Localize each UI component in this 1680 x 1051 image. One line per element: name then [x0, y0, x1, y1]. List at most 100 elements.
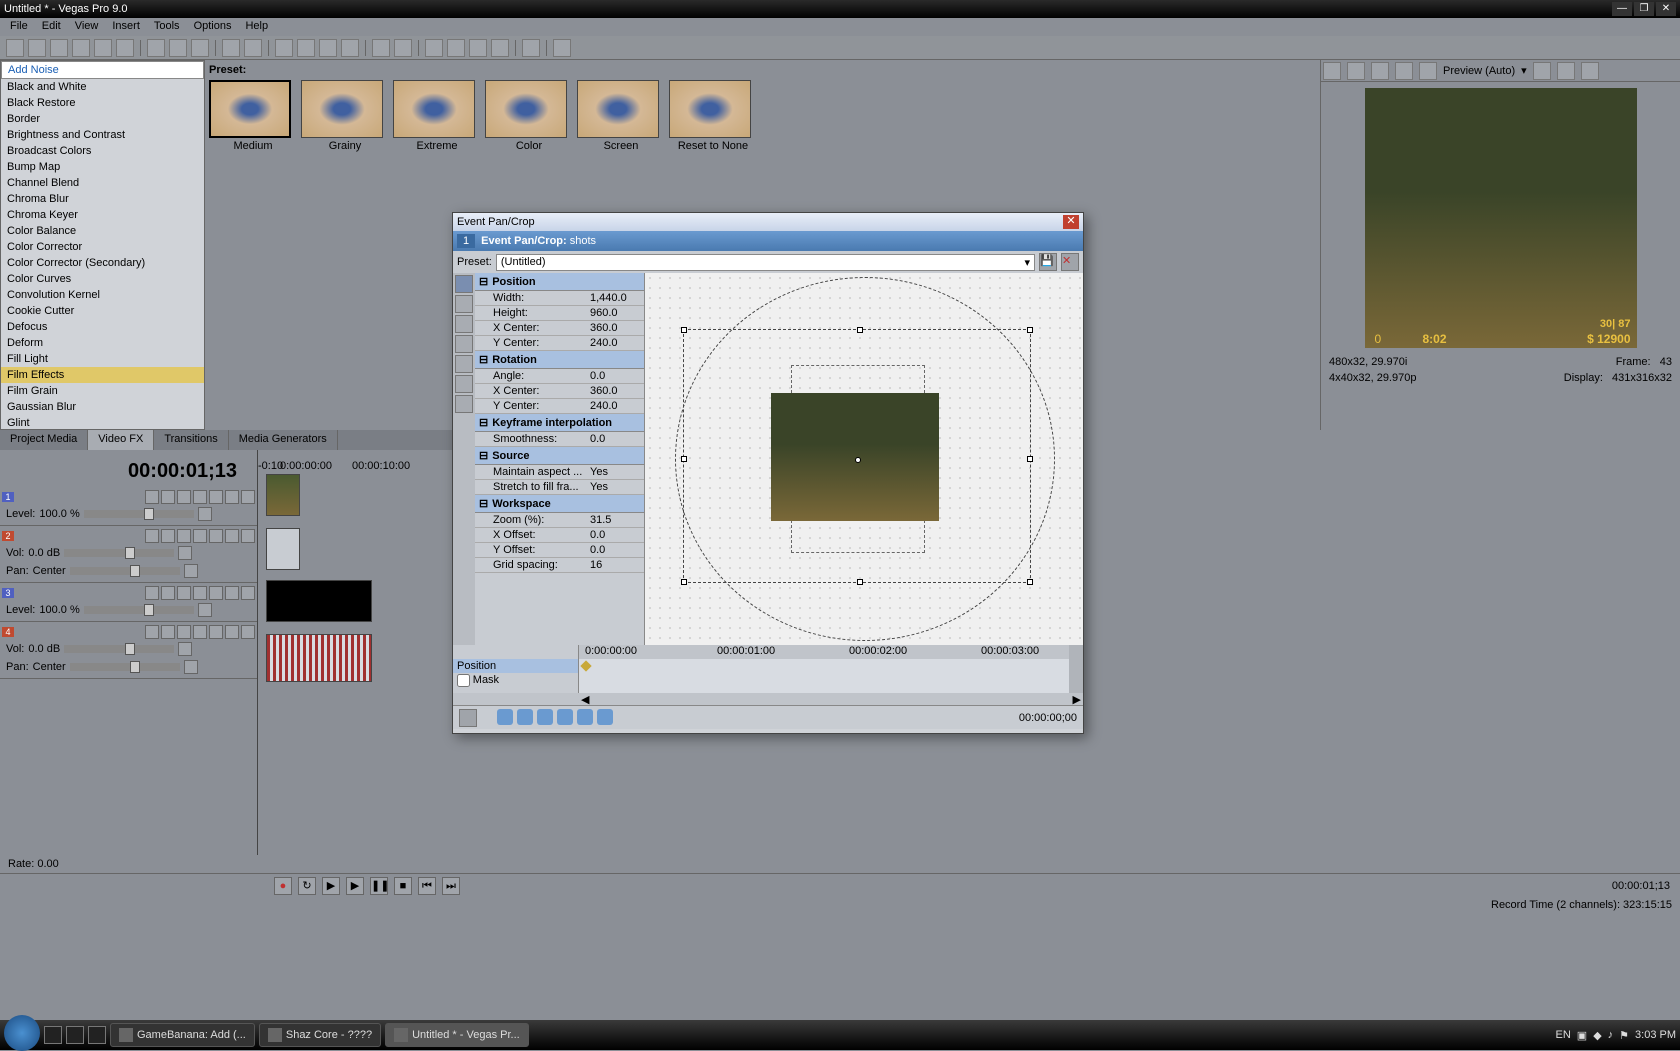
handle-nw[interactable] [681, 327, 687, 333]
slider-thumb[interactable] [144, 604, 154, 616]
keyframe-marker[interactable] [580, 660, 591, 671]
undo-button[interactable] [222, 39, 240, 57]
handle-e[interactable] [1027, 456, 1033, 462]
kf-next-button[interactable] [577, 709, 593, 725]
properties-panel[interactable]: ⊟PositionWidth:1,440.0Height:960.0X Cent… [475, 273, 645, 645]
menu-view[interactable]: View [75, 20, 99, 34]
handle-w[interactable] [681, 456, 687, 462]
track-control[interactable] [145, 490, 159, 504]
event-pan-crop-window[interactable]: Event Pan/Crop ✕ 1 Event Pan/Crop: shots… [452, 212, 1084, 734]
menu-insert[interactable]: Insert [112, 20, 140, 34]
prop-section[interactable]: ⊟Source [475, 447, 644, 465]
fx-item[interactable]: Fill Light [1, 351, 204, 367]
prop-row[interactable]: X Center:360.0 [475, 384, 644, 399]
save-button[interactable] [50, 39, 68, 57]
lock-aspect-tool[interactable] [455, 355, 473, 373]
menu-tools[interactable]: Tools [154, 20, 180, 34]
next-button[interactable]: ⏭ [442, 877, 460, 895]
snap-tool[interactable] [455, 335, 473, 353]
track-control[interactable] [177, 625, 191, 639]
quick-launch-1[interactable] [44, 1026, 62, 1044]
preset-thumbnail[interactable]: Medium [209, 80, 297, 152]
render-button[interactable] [72, 39, 90, 57]
fx-item[interactable]: Border [1, 111, 204, 127]
close-button[interactable]: ✕ [1656, 2, 1676, 16]
tab-transitions[interactable]: Transitions [154, 430, 228, 450]
scroll-left[interactable]: ◀ [581, 693, 589, 705]
mask-checkbox[interactable] [457, 674, 470, 687]
track-control[interactable] [241, 529, 255, 543]
preset-thumbnail[interactable]: Reset to None [669, 80, 757, 152]
tab-project-media[interactable]: Project Media [0, 430, 88, 450]
toolbar-btn-6[interactable] [116, 39, 134, 57]
modal-titlebar[interactable]: Event Pan/Crop ✕ [453, 213, 1083, 231]
crop-canvas[interactable] [645, 273, 1083, 645]
tab-media-generators[interactable]: Media Generators [229, 430, 338, 450]
kf-create-button[interactable] [537, 709, 553, 725]
help-context-button[interactable] [553, 39, 571, 57]
fx-item[interactable]: Film Grain [1, 383, 204, 399]
fx-item[interactable]: Black and White [1, 79, 204, 95]
fx-item[interactable]: Channel Blend [1, 175, 204, 191]
fx-item[interactable]: Chroma Blur [1, 191, 204, 207]
preset-thumbnail[interactable]: Color [485, 80, 573, 152]
modal-preset-dropdown[interactable]: (Untitled) ▾ [496, 254, 1035, 271]
toolbar-btn-a[interactable] [469, 39, 487, 57]
kf-cursor-button[interactable] [459, 709, 477, 727]
prop-row[interactable]: Grid spacing:16 [475, 558, 644, 573]
tray-clock[interactable]: 3:03 PM [1635, 1029, 1676, 1041]
tray-icon[interactable]: ◆ [1593, 1029, 1601, 1042]
scroll-right[interactable]: ▶ [1073, 693, 1081, 705]
modal-close-button[interactable]: ✕ [1063, 215, 1079, 229]
fx-item[interactable]: Black Restore [1, 95, 204, 111]
fx-item[interactable]: Deform [1, 335, 204, 351]
track-control[interactable] [177, 490, 191, 504]
autoripple-button[interactable] [341, 39, 359, 57]
prop-row[interactable]: Angle:0.0 [475, 369, 644, 384]
fx-item[interactable]: Defocus [1, 319, 204, 335]
fx-item[interactable]: Convolution Kernel [1, 287, 204, 303]
track-control[interactable] [193, 586, 207, 600]
tab-video-fx[interactable]: Video FX [88, 430, 154, 450]
prop-row[interactable]: Y Offset:0.0 [475, 543, 644, 558]
track-control[interactable] [209, 529, 223, 543]
show-props-button[interactable] [455, 275, 473, 293]
kf-delete-button[interactable] [557, 709, 573, 725]
slider-thumb[interactable] [130, 565, 140, 577]
menu-options[interactable]: Options [194, 20, 232, 34]
rotation-center[interactable] [855, 457, 861, 463]
track-control[interactable] [209, 586, 223, 600]
track-control[interactable] [145, 625, 159, 639]
kf-scrollbar[interactable] [1069, 645, 1083, 693]
maximize-button[interactable]: ❐ [1634, 2, 1654, 16]
normal-edit-tool[interactable] [455, 295, 473, 313]
track-control[interactable] [241, 625, 255, 639]
preset-thumbnail[interactable]: Screen [577, 80, 665, 152]
envelope-tool[interactable] [394, 39, 412, 57]
start-button[interactable] [4, 1015, 40, 1051]
fx-list-panel[interactable]: Add NoiseBlack and WhiteBlack RestoreBor… [0, 60, 205, 430]
prop-row[interactable]: Stretch to fill fra...Yes [475, 480, 644, 495]
slider-thumb[interactable] [125, 643, 135, 655]
kf-prev-button[interactable] [517, 709, 533, 725]
language-indicator[interactable]: EN [1556, 1029, 1571, 1041]
fx-item[interactable]: Glint [1, 415, 204, 430]
stop-button[interactable]: ■ [394, 877, 412, 895]
track-control[interactable] [161, 490, 175, 504]
fx-item[interactable]: Color Corrector [1, 239, 204, 255]
track-control[interactable] [225, 625, 239, 639]
preview-mode-label[interactable]: Preview (Auto) [1443, 65, 1515, 77]
snap-button[interactable] [275, 39, 293, 57]
track-control[interactable] [161, 625, 175, 639]
tray-icon[interactable]: ⚑ [1619, 1029, 1629, 1042]
ripple-button[interactable] [319, 39, 337, 57]
handle-s[interactable] [857, 579, 863, 585]
track-control[interactable] [177, 529, 191, 543]
preview-overlay-button[interactable] [1533, 62, 1551, 80]
fx-item[interactable]: Add Noise [1, 61, 204, 79]
preset-thumbnail[interactable]: Extreme [393, 80, 481, 152]
track-control[interactable] [193, 529, 207, 543]
kf-mask-row[interactable]: Mask [453, 673, 578, 687]
track-header[interactable]: 3Level:100.0 % [0, 583, 257, 622]
play-button[interactable]: ▶ [346, 877, 364, 895]
